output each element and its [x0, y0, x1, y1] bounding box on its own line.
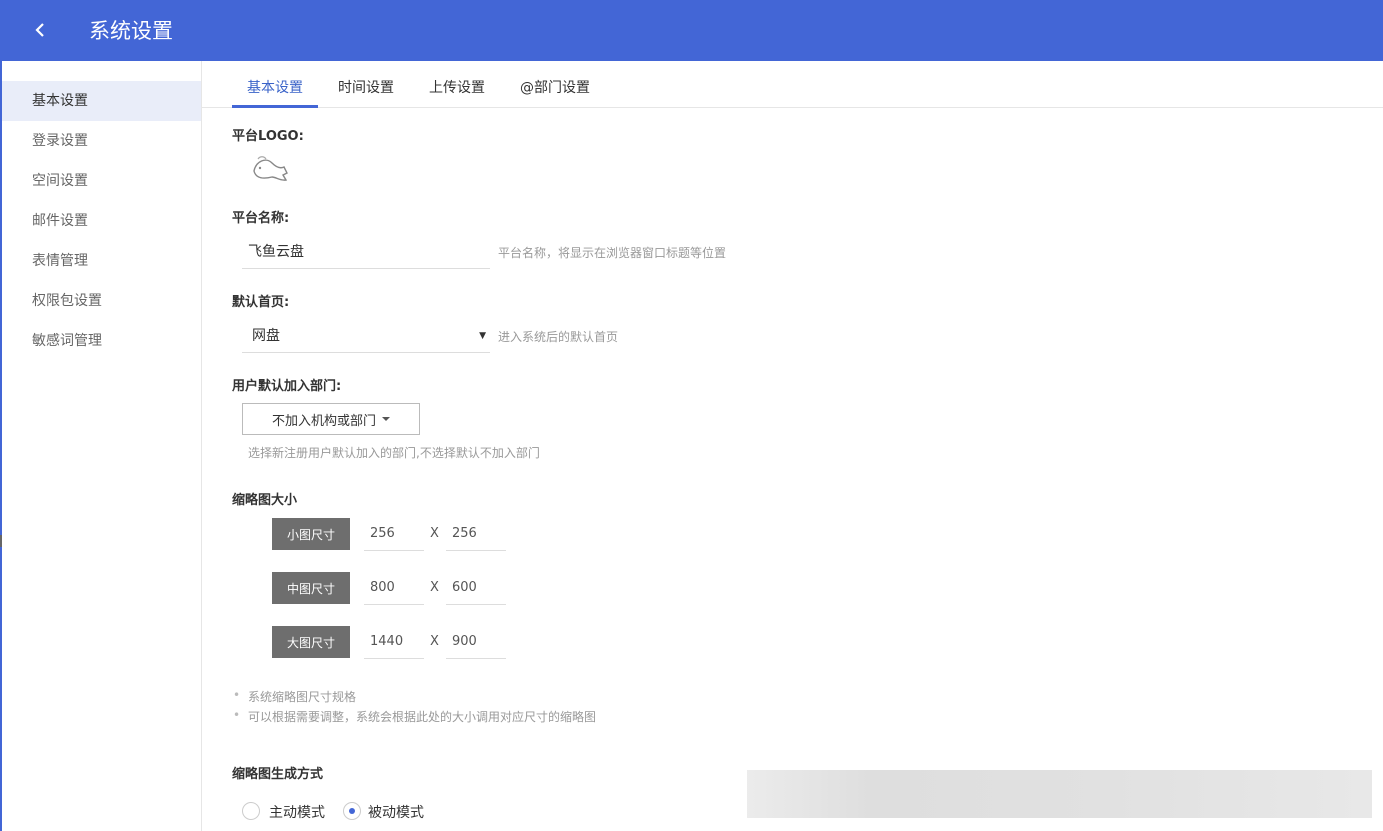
large-height-input[interactable]: 900	[446, 625, 506, 659]
fish-logo-icon	[253, 156, 288, 181]
sidebar-item-space[interactable]: 空间设置	[2, 161, 201, 201]
caret-down-icon	[382, 417, 390, 421]
sidebar-item-basic[interactable]: 基本设置	[2, 81, 201, 121]
small-width-input[interactable]: 256	[364, 517, 424, 551]
passive-mode-label[interactable]: 被动模式	[368, 802, 424, 822]
sidebar-item-permission[interactable]: 权限包设置	[2, 281, 201, 321]
thumb-size-label: 缩略图大小	[232, 493, 298, 508]
large-size-button[interactable]: 大图尺寸	[272, 626, 350, 658]
watermark-overlay	[747, 770, 1372, 818]
size-separator: X	[430, 580, 439, 595]
active-mode-label[interactable]: 主动模式	[269, 802, 325, 822]
small-height-input[interactable]: 256	[446, 517, 506, 551]
top-bar: 系统设置	[0, 0, 1383, 61]
thumb-note: 可以根据需要调整，系统会根据此处的大小调用对应尺寸的缩略图	[233, 708, 596, 725]
home-select-value: 网盘	[252, 328, 280, 344]
sidebar-item-sensitive-words[interactable]: 敏感词管理	[2, 321, 201, 361]
dropdown-arrow-icon: ▼	[479, 331, 486, 341]
dept-select-button[interactable]: 不加入机构或部门	[242, 403, 420, 435]
gen-mode-label: 缩略图生成方式	[232, 767, 324, 782]
back-button[interactable]	[26, 16, 54, 44]
large-width-input[interactable]: 1440	[364, 625, 424, 659]
home-label: 默认首页:	[232, 295, 290, 310]
logo-label: 平台LOGO:	[232, 129, 304, 144]
tab-bar: 基本设置 时间设置 上传设置 @部门设置	[202, 61, 1383, 108]
medium-size-button[interactable]: 中图尺寸	[272, 572, 350, 604]
main-content: 基本设置 时间设置 上传设置 @部门设置 平台LOGO: 平台名称: 飞鱼云盘 …	[202, 61, 1383, 831]
tab-upload[interactable]: 上传设置	[429, 77, 485, 108]
small-size-button[interactable]: 小图尺寸	[272, 518, 350, 550]
size-separator: X	[430, 526, 439, 541]
active-tab-indicator	[232, 105, 318, 108]
platform-name-input[interactable]: 飞鱼云盘	[242, 235, 490, 269]
home-hint: 进入系统后的默认首页	[498, 330, 619, 344]
sidebar: 基本设置 登录设置 空间设置 邮件设置 表情管理 权限包设置 敏感词管理	[0, 61, 202, 831]
home-select[interactable]: 网盘 ▼	[242, 319, 490, 353]
active-mode-radio[interactable]	[242, 802, 260, 820]
size-separator: X	[430, 634, 439, 649]
name-hint: 平台名称，将显示在浏览器窗口标题等位置	[498, 246, 727, 260]
sidebar-item-emoji[interactable]: 表情管理	[2, 241, 201, 281]
passive-mode-radio[interactable]	[343, 802, 361, 820]
dept-label: 用户默认加入部门:	[232, 379, 342, 394]
tab-time[interactable]: 时间设置	[338, 77, 394, 108]
name-label: 平台名称:	[232, 211, 290, 226]
dept-button-label: 不加入机构或部门	[271, 413, 376, 429]
medium-height-input[interactable]: 600	[446, 571, 506, 605]
medium-width-input[interactable]: 800	[364, 571, 424, 605]
sidebar-item-mail[interactable]: 邮件设置	[2, 201, 201, 241]
tab-basic[interactable]: 基本设置	[247, 77, 303, 108]
edge-mark	[0, 535, 2, 547]
thumb-note: 系统缩略图尺寸规格	[233, 688, 356, 705]
tab-dept[interactable]: @部门设置	[520, 77, 590, 108]
sidebar-item-login[interactable]: 登录设置	[2, 121, 201, 161]
logo-image[interactable]	[250, 153, 290, 189]
page-title: 系统设置	[89, 19, 173, 43]
dept-hint: 选择新注册用户默认加入的部门,不选择默认不加入部门	[248, 446, 540, 460]
chevron-left-icon	[35, 23, 44, 37]
